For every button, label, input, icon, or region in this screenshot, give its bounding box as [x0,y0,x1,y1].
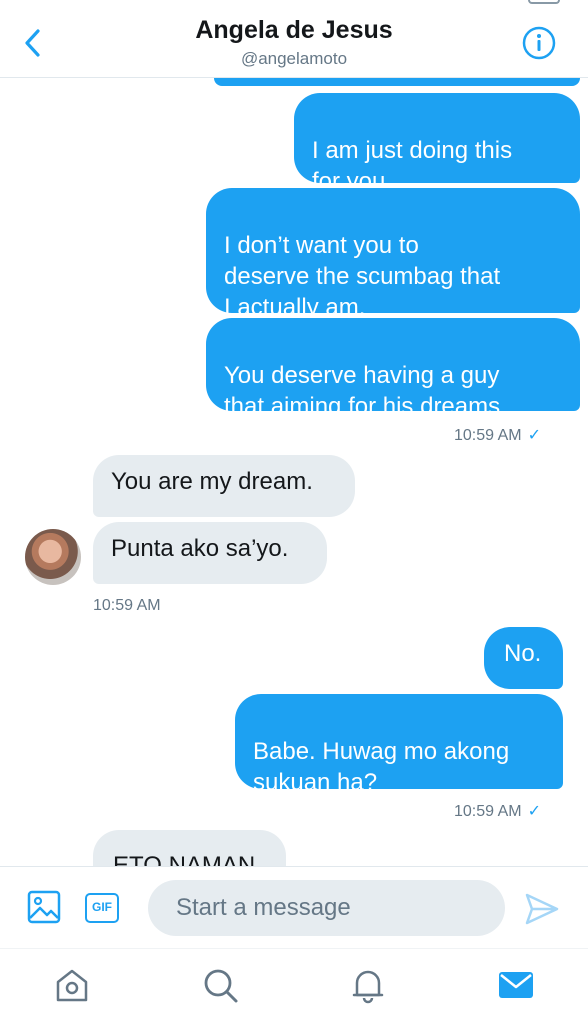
message-text: Babe. Huwag mo akong sukuan ha? [253,738,510,796]
message-bubble[interactable]: Babe. Huwag mo akong sukuan ha? [235,694,563,796]
message-bubble[interactable]: Punta ako sa’yo. [93,522,327,584]
message-composer: GIF [0,866,588,948]
sent-check-icon: ✓ [527,803,542,820]
message-bubble[interactable]: ETO NAMAN [93,830,286,870]
timestamp-text: 10:59 AM [93,597,161,614]
conversation-header: Angela de Jesus @angelamoto [0,0,588,78]
message-bubble[interactable]: I don’t want you to deserve the scumbag … [206,188,580,321]
message-text: You are my dream. [111,468,313,495]
notifications-icon[interactable] [348,965,388,1005]
message-text: Punta ako sa’yo. [111,535,289,562]
message-input[interactable] [148,880,505,936]
message-text: No. [504,640,542,667]
info-icon[interactable] [522,26,556,60]
message-timestamp: 10:59 AM [93,597,161,615]
contact-name[interactable]: Angela de Jesus [0,16,588,45]
message-bubble[interactable]: No. [484,627,563,689]
message-bubble[interactable]: You deserve having a guy that aiming for… [206,318,580,420]
send-icon[interactable] [524,892,560,926]
image-icon[interactable] [27,890,61,924]
messages-icon[interactable] [496,965,536,1005]
message-text: I don’t want you to deserve the scumbag … [224,232,501,321]
contact-handle: @angelamoto [240,49,348,68]
message-text: I am just doing this for you. [312,137,513,195]
home-icon[interactable] [52,965,92,1005]
timestamp-text: 10:59 AM [454,427,522,444]
message-text: You deserve having a guy that aiming for… [224,362,507,420]
status-edge [528,0,560,4]
message-bubble[interactable]: You are my dream. [93,455,355,517]
timestamp-text: 10:59 AM [454,803,522,820]
message-timestamp: 10:59 AM ✓ [454,801,541,821]
avatar[interactable] [25,529,81,585]
gif-button[interactable]: GIF [85,893,119,923]
search-icon[interactable] [200,965,240,1005]
message-timestamp: 10:59 AM ✓ [454,425,541,445]
message-bubble-partial [214,78,580,86]
message-bubble[interactable]: I am just doing this for you. [294,93,580,195]
tab-bar [0,948,588,1024]
sent-check-icon: ✓ [527,427,542,444]
